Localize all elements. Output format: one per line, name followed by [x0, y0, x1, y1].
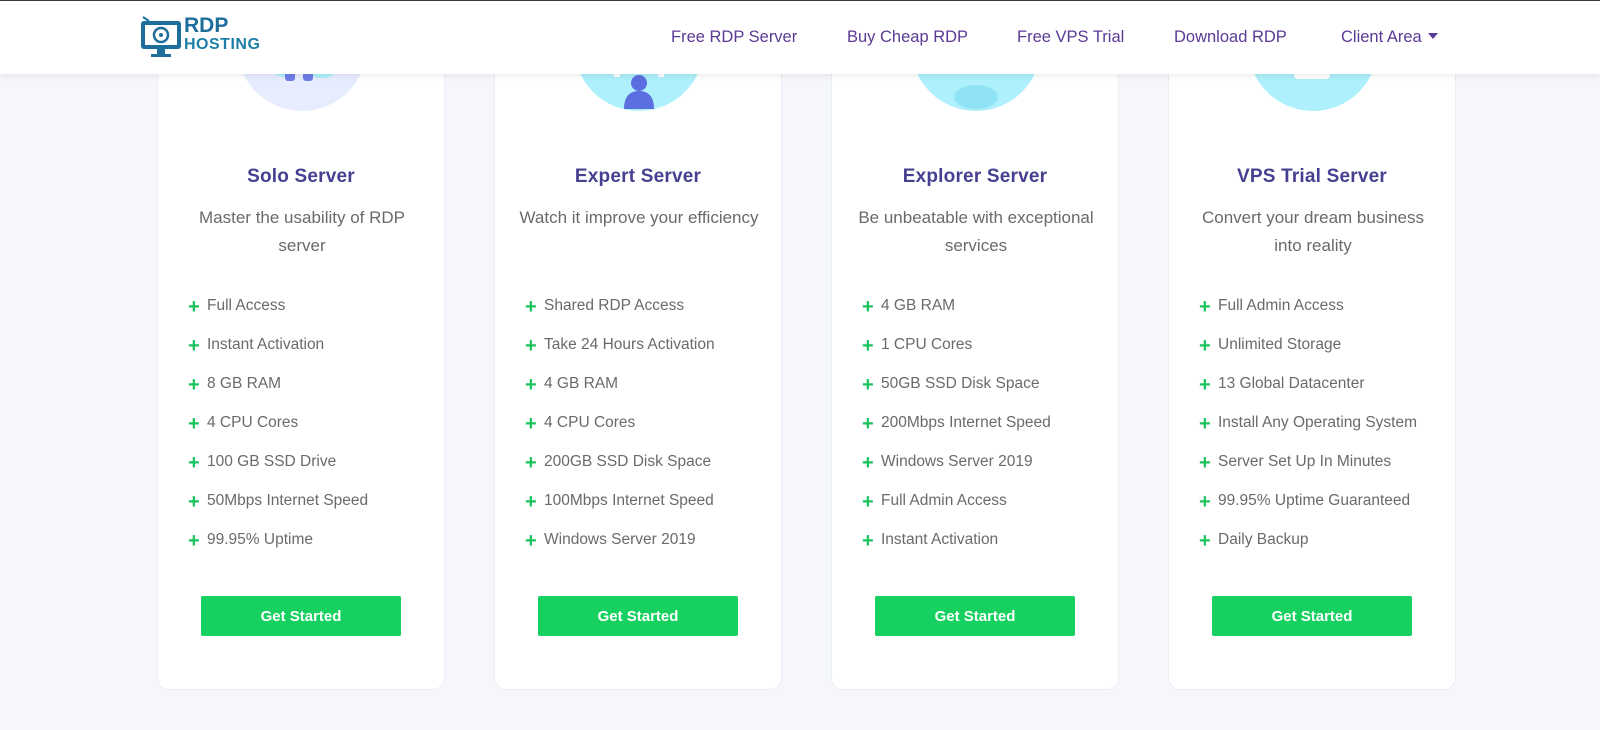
nav-client-area-label: Client Area: [1341, 28, 1422, 46]
feature-item: + Server Set Up In Minutes: [1199, 452, 1392, 474]
brand-name: RDP: [184, 14, 229, 37]
feature-item: +100 GB SSD Drive: [188, 452, 337, 474]
feature-item: +4 CPU Cores: [525, 413, 636, 435]
plan-card-solo: Solo Server Master the usability of RDP …: [157, 50, 445, 690]
plus-icon: +: [1199, 374, 1211, 396]
feature-item: + Unlimited Storage: [1199, 335, 1342, 357]
plus-icon: +: [525, 413, 537, 435]
plan-card-explorer: Explorer Server Be unbeatable with excep…: [831, 50, 1119, 690]
feature-item: +4 GB RAM: [525, 374, 619, 396]
plus-icon: +: [525, 374, 537, 396]
feature-item: + Take 24 Hours Activation: [525, 335, 715, 357]
nav-free-rdp-server[interactable]: Free RDP Server: [671, 28, 797, 47]
feature-item: + Instant Activation: [188, 335, 325, 357]
nav-free-vps-trial[interactable]: Free VPS Trial: [1017, 28, 1124, 47]
feature-item: +4 GB RAM: [862, 296, 956, 318]
feature-item: + Full Admin Access: [1199, 296, 1344, 318]
get-started-button[interactable]: Get Started: [538, 596, 738, 636]
plus-icon: +: [1199, 491, 1211, 513]
plus-icon: +: [1199, 413, 1211, 435]
plus-icon: +: [1199, 335, 1211, 357]
plus-icon: +: [862, 452, 874, 474]
plus-icon: +: [525, 335, 537, 357]
plus-icon: +: [188, 374, 200, 396]
plus-icon: +: [188, 530, 200, 552]
nav-download-rdp[interactable]: Download RDP: [1174, 28, 1287, 47]
plan-title: Expert Server: [574, 166, 702, 187]
plus-icon: +: [862, 374, 874, 396]
feature-item: +200Mbps Internet Speed: [862, 413, 1051, 435]
plus-icon: +: [188, 491, 200, 513]
plan-title: VPS Trial Server: [1236, 166, 1387, 187]
nav-buy-cheap-rdp[interactable]: Buy Cheap RDP: [847, 28, 968, 47]
plus-icon: +: [1199, 530, 1211, 552]
feature-list: + Full Access + Instant Activation +8 GB R…: [188, 297, 438, 570]
brand-logo[interactable]: RDP HOSTING: [139, 15, 269, 59]
get-started-button[interactable]: Get Started: [201, 596, 401, 636]
plus-icon: +: [188, 452, 200, 474]
feature-item: +1 CPU Cores: [862, 335, 973, 357]
window-top-border: [0, 0, 1600, 1]
plus-icon: +: [525, 530, 537, 552]
plus-icon: +: [1199, 296, 1211, 318]
plus-icon: +: [862, 413, 874, 435]
plus-icon: +: [1199, 452, 1211, 474]
plus-icon: +: [525, 491, 537, 513]
monitor-icon: [141, 16, 181, 57]
feature-item: + Instant Activation: [862, 530, 999, 552]
feature-list: + Full Admin Access + Unlimited Storage +1…: [1199, 297, 1449, 570]
feature-item: +50GB SSD Disk Space: [862, 374, 1040, 396]
feature-item: +50Mbps Internet Speed: [188, 491, 369, 513]
site-header: RDP HOSTING Free RDP Server Buy Cheap RD…: [0, 1, 1600, 74]
plan-title: Explorer Server: [902, 166, 1048, 187]
brand-subname: HOSTING: [184, 36, 261, 53]
feature-item: + Full Access: [188, 296, 286, 318]
feature-item: + Daily Backup: [1199, 530, 1309, 552]
get-started-button[interactable]: Get Started: [875, 596, 1075, 636]
plan-card-vps-trial: VPS Trial Server Convert your dream busi…: [1168, 50, 1456, 690]
plus-icon: +: [862, 530, 874, 552]
plan-description: Master the usability of RDP server: [199, 208, 405, 255]
feature-item: + Windows Server 2019: [525, 530, 696, 552]
plan-description: Be unbeatable with exceptional services: [858, 208, 1094, 255]
plus-icon: +: [862, 335, 874, 357]
plus-icon: +: [188, 296, 200, 318]
get-started-button[interactable]: Get Started: [1212, 596, 1412, 636]
feature-item: +200GB SSD Disk Space: [525, 452, 712, 474]
plus-icon: +: [862, 296, 874, 318]
plan-card-expert: Expert Server Watch it improve your effi…: [494, 50, 782, 690]
feature-item: +4 CPU Cores: [188, 413, 299, 435]
feature-item: + Install Any Operating System: [1199, 413, 1418, 435]
plus-icon: +: [188, 335, 200, 357]
feature-item: + Full Admin Access: [862, 491, 1007, 513]
plan-description: Convert your dream business into reality: [1201, 208, 1425, 255]
plus-icon: +: [525, 452, 537, 474]
caret-down-icon: [1427, 33, 1438, 39]
plan-description: Watch it improve your efficiency: [519, 208, 759, 227]
plus-icon: +: [862, 491, 874, 513]
plan-title: Solo Server: [247, 166, 355, 187]
feature-item: +99.95% Uptime Guaranteed: [1199, 491, 1411, 513]
feature-list: + Shared RDP Access + Take 24 Hours Activa…: [525, 297, 775, 570]
plus-icon: +: [188, 413, 200, 435]
plus-icon: +: [525, 296, 537, 318]
feature-item: +99.95% Uptime: [188, 530, 313, 552]
feature-item: + Windows Server 2019: [862, 452, 1033, 474]
feature-item: +100Mbps Internet Speed: [525, 491, 714, 513]
feature-item: +8 GB RAM: [188, 374, 282, 396]
feature-item: +13 Global Datacenter: [1199, 374, 1365, 396]
nav-client-area[interactable]: Client Area: [1341, 28, 1438, 47]
feature-list: +4 GB RAM +1 CPU Cores +50GB SSD Disk Sp…: [862, 297, 1112, 570]
feature-item: + Shared RDP Access: [525, 296, 685, 318]
